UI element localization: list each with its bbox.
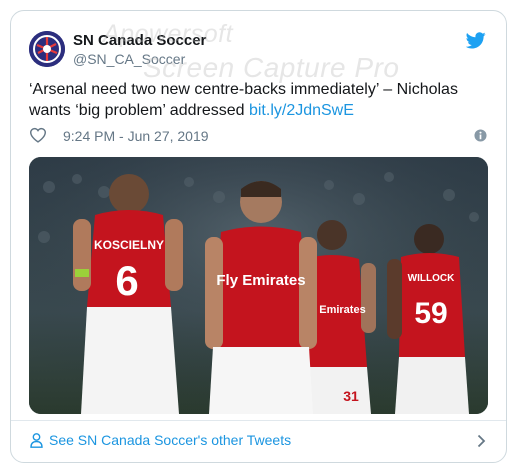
handle[interactable]: @SN_CA_Soccer <box>73 50 206 69</box>
jersey-4-number: 59 <box>414 297 447 330</box>
heart-icon[interactable] <box>29 127 47 143</box>
display-name[interactable]: SN Canada Soccer <box>73 31 206 50</box>
jersey-2-sponsor: Fly Emirates <box>216 272 305 289</box>
person-icon <box>30 433 43 448</box>
jersey-1-number: 6 <box>115 257 138 304</box>
tweet-photo[interactable]: KOSCIELNY 6 WILLOCK 59 Fly Emirates 31 F… <box>29 157 488 414</box>
footer[interactable]: See SN Canada Soccer's other Tweets <box>11 420 506 462</box>
other-tweets-link[interactable]: See SN Canada Soccer's other Tweets <box>49 432 291 448</box>
tweet-text: ‘Arsenal need two new centre-backs immed… <box>29 79 489 121</box>
embedded-tweet-card: SN Canada Soccer @SN_CA_Soccer Apowersof… <box>10 10 507 463</box>
jersey-4-name: WILLOCK <box>408 273 455 284</box>
tweet-link[interactable]: bit.ly/2JdnSwE <box>249 102 354 119</box>
author-names: SN Canada Soccer @SN_CA_Soccer <box>73 31 206 69</box>
info-icon[interactable] <box>474 129 487 142</box>
jersey-1-name: KOSCIELNY <box>94 238 164 252</box>
jersey-3-number: 31 <box>343 388 359 404</box>
chevron-right-icon[interactable] <box>477 434 486 448</box>
tweet-body: ‘Arsenal need two new centre-backs immed… <box>29 81 458 119</box>
twitter-bird-icon[interactable] <box>466 32 486 49</box>
tweet-meta: 9:24 PM - Jun 27, 2019 <box>29 127 489 147</box>
timestamp[interactable]: 9:24 PM - Jun 27, 2019 <box>63 128 209 144</box>
avatar[interactable] <box>29 31 65 67</box>
